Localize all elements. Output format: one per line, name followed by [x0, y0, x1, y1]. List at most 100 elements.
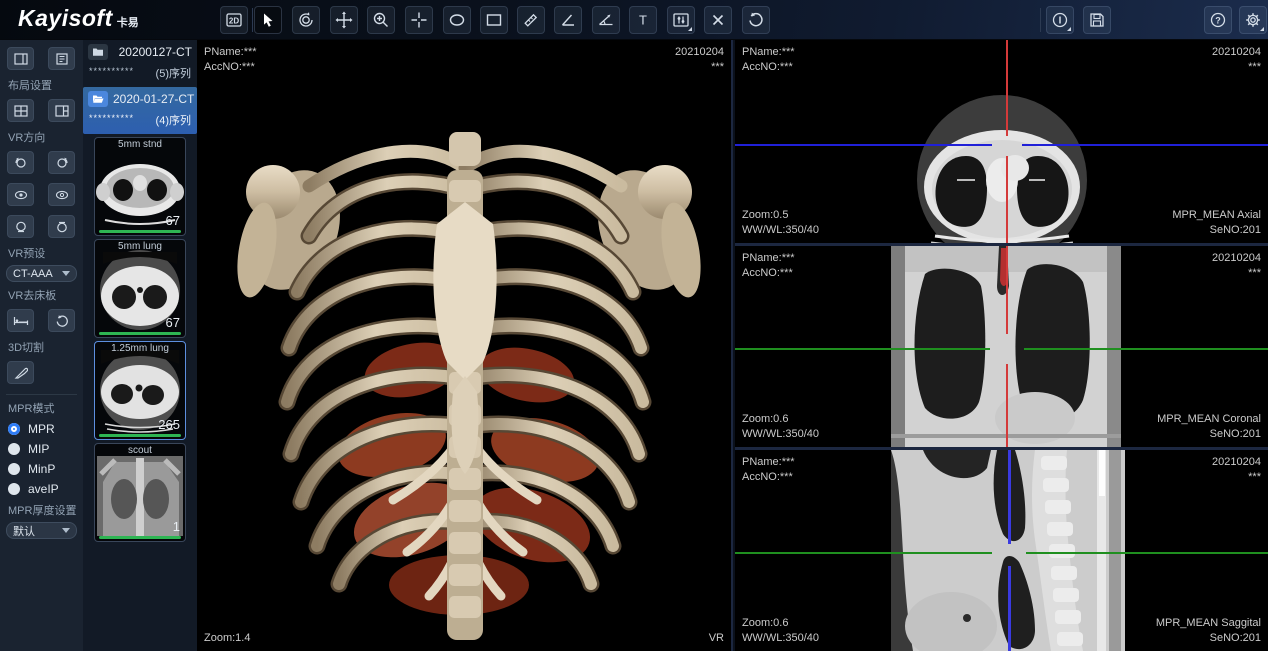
layout-1plus2-button[interactable]: [48, 99, 75, 122]
viewport-vr[interactable]: PName:*** AccNO:*** 20210204 *** Zoom:1.…: [197, 40, 733, 651]
series-number: SeNO:201: [1156, 631, 1261, 646]
thumbnail-progress-bar: [99, 332, 181, 335]
coronal-crosshair-v-red[interactable]: [1006, 364, 1008, 447]
series-thumbnail[interactable]: scout 1: [94, 443, 186, 542]
study-item-selected[interactable]: 2020-01-27-CT ********** (4)序列: [83, 87, 197, 134]
pname: PName:***: [742, 45, 795, 60]
cursor-tool-button[interactable]: [254, 6, 282, 34]
series-thumbnail-selected[interactable]: 1.25mm lung 265: [94, 341, 186, 440]
study-item[interactable]: 20200127-CT ********** (5)序列: [83, 40, 197, 87]
bed-reset-button[interactable]: [48, 309, 75, 332]
axial-crosshair-v-red[interactable]: [1006, 156, 1008, 243]
text-annotation-button[interactable]: T: [629, 6, 657, 34]
mpr-mode-option-mip[interactable]: MIP: [8, 442, 75, 456]
vr-front-view-icon: [14, 189, 28, 201]
vr-rotate-right-button[interactable]: [48, 151, 75, 174]
mpr-mode-option-minp[interactable]: MinP: [8, 462, 75, 476]
vr-bottom-view-icon: [55, 220, 69, 234]
coronal-crosshair-h-green[interactable]: [735, 348, 990, 350]
zoom-tool-button[interactable]: [367, 6, 395, 34]
sagittal-crosshair-v-blue[interactable]: [1008, 450, 1011, 544]
folder-icon[interactable]: [88, 44, 108, 60]
masked: ***: [675, 60, 724, 75]
dropdown-corner: [1260, 27, 1264, 31]
sagittal-crosshair-h-green[interactable]: [1026, 552, 1268, 554]
thumbnail-progress-bar: [99, 230, 181, 233]
layout-settings-label: 布局设置: [8, 77, 77, 93]
remove-bed-button[interactable]: [7, 309, 34, 332]
top-toolbar: Kayisoft 卡易 2D: [0, 0, 1268, 40]
mpr-mode-option-aveip[interactable]: aveIP: [8, 482, 75, 496]
sagittal-crosshair-v-blue[interactable]: [1008, 566, 1011, 651]
toolbar-divider: [1040, 8, 1041, 32]
masked: ***: [1212, 470, 1261, 485]
scalpel-tool-button[interactable]: [7, 361, 34, 384]
viewport-mpr-sagittal[interactable]: PName:*** AccNO:*** 20210204 *** Zoom:0.…: [735, 450, 1268, 651]
measure-length-button[interactable]: [517, 6, 545, 34]
layout-1x1-info-button[interactable]: [7, 47, 34, 70]
ellipse-icon: [448, 11, 466, 29]
axial-crosshair-h-blue[interactable]: [1022, 144, 1268, 146]
svg-text:T: T: [639, 13, 647, 28]
coronal-crosshair-v-red[interactable]: [1006, 246, 1008, 334]
series-panel: 20200127-CT ********** (5)序列 2020-01-27-…: [83, 40, 197, 651]
vr-zoom-overlay: Zoom:1.4: [204, 631, 250, 646]
vr-back-view-button[interactable]: [48, 183, 75, 206]
viewport-mpr-coronal[interactable]: PName:*** AccNO:*** 20210204 *** Zoom:0.…: [735, 246, 1268, 447]
axial-crosshair-h-blue[interactable]: [735, 144, 992, 146]
vr-type-overlay: VR: [709, 631, 724, 646]
vr-top-view-button[interactable]: [7, 215, 34, 238]
app-logo: Kayisoft 卡易: [18, 5, 139, 32]
brand-name: Kayisoft: [18, 5, 113, 32]
delete-annotation-button[interactable]: [704, 6, 732, 34]
pname: PName:***: [742, 251, 795, 266]
ellipse-tool-button[interactable]: [443, 6, 471, 34]
rotate-3d-button[interactable]: [292, 6, 320, 34]
window-level-button[interactable]: [667, 6, 695, 34]
thumbnail-label: 1.25mm lung: [95, 343, 185, 354]
pan-icon: [335, 11, 353, 29]
series-thumbnail[interactable]: 5mm stnd 67: [94, 137, 186, 236]
layout-2x2-button[interactable]: [7, 99, 34, 122]
vr-top-view-icon: [14, 220, 28, 234]
radio-selected-icon: [8, 423, 20, 435]
coronal-crosshair-h-green[interactable]: [1024, 348, 1268, 350]
sagittal-study-overlay: 20210204 ***: [1212, 455, 1261, 485]
axial-crosshair-v-red[interactable]: [1006, 40, 1008, 136]
window-level: WW/WL:350/40: [742, 427, 819, 442]
window-level: WW/WL:350/40: [742, 223, 819, 238]
viewport-mpr-axial[interactable]: PName:*** AccNO:*** 20210204 *** Zoom:0.…: [735, 40, 1268, 243]
vr-preset-select[interactable]: CT-AAA: [6, 265, 77, 282]
layout-report-button[interactable]: [48, 47, 75, 70]
settings-button[interactable]: [1239, 6, 1267, 34]
zoom-level: Zoom:0.6: [742, 616, 819, 631]
vr-study-overlay: 20210204 ***: [675, 45, 724, 75]
svg-text:2D: 2D: [229, 17, 239, 26]
reset-view-button[interactable]: [742, 6, 770, 34]
radio-icon: [8, 463, 20, 475]
vr-bottom-view-button[interactable]: [48, 215, 75, 238]
folder-open-icon[interactable]: [88, 91, 108, 107]
save-button[interactable]: [1083, 6, 1111, 34]
report-button[interactable]: [1046, 6, 1074, 34]
cobb-angle-button[interactable]: [592, 6, 620, 34]
close-icon: [710, 12, 726, 28]
vr-bed-removal-label: VR去床板: [8, 287, 77, 303]
sagittal-crosshair-h-green[interactable]: [735, 552, 992, 554]
mpr-thickness-select[interactable]: 默认: [6, 522, 77, 539]
chevron-down-icon: [62, 528, 70, 533]
series-thumbnail[interactable]: 5mm lung 67: [94, 239, 186, 338]
measure-angle-button[interactable]: [554, 6, 582, 34]
mpr-mode-label: MPR模式: [8, 400, 77, 416]
help-icon: ?: [1209, 11, 1227, 29]
crosshair-tool-button[interactable]: [405, 6, 433, 34]
vr-rotate-left-button[interactable]: [7, 151, 34, 174]
mpr-mode-option-mpr[interactable]: MPR: [8, 422, 75, 436]
pan-tool-button[interactable]: [330, 6, 358, 34]
help-button[interactable]: ?: [1204, 6, 1232, 34]
radio-label: MIP: [28, 442, 49, 456]
study-date: 20210204: [1212, 45, 1261, 60]
rectangle-tool-button[interactable]: [480, 6, 508, 34]
layout-2d-button[interactable]: 2D: [220, 6, 248, 34]
vr-front-view-button[interactable]: [7, 183, 34, 206]
